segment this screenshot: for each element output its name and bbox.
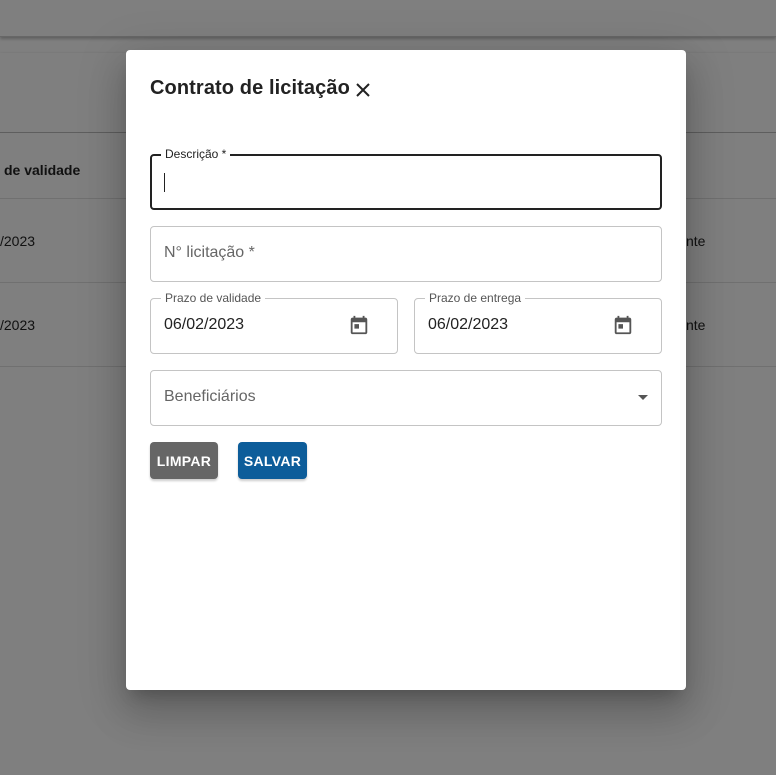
contract-dialog: Contrato de licitação Descrição * N° lic…	[126, 50, 686, 690]
descricao-label: Descrição *	[161, 147, 231, 161]
beneficiarios-select[interactable]: Beneficiários	[150, 370, 662, 426]
text-caret	[164, 173, 165, 192]
calendar-icon[interactable]	[348, 314, 370, 336]
prazo-entrega-label: Prazo de entrega	[425, 291, 526, 305]
dialog-title: Contrato de licitação	[150, 77, 350, 99]
beneficiarios-placeholder: Beneficiários	[164, 388, 256, 405]
num-licitacao-field[interactable]: N° licitação *	[150, 226, 662, 282]
prazo-entrega-field[interactable]: Prazo de entrega 06/02/2023	[414, 291, 662, 354]
descricao-field[interactable]: Descrição *	[150, 147, 662, 210]
calendar-icon[interactable]	[612, 314, 634, 336]
clear-button[interactable]: LIMPAR	[150, 442, 218, 479]
dropdown-arrow-icon[interactable]	[637, 393, 649, 401]
prazo-validade-label: Prazo de validade	[161, 291, 266, 305]
close-button[interactable]	[352, 79, 374, 101]
num-licitacao-placeholder: N° licitação *	[164, 244, 255, 261]
prazo-validade-value: 06/02/2023	[164, 316, 245, 333]
prazo-validade-field[interactable]: Prazo de validade 06/02/2023	[150, 291, 398, 354]
close-icon	[356, 83, 370, 97]
prazo-entrega-value: 06/02/2023	[428, 316, 509, 333]
save-button[interactable]: SALVAR	[238, 442, 307, 479]
